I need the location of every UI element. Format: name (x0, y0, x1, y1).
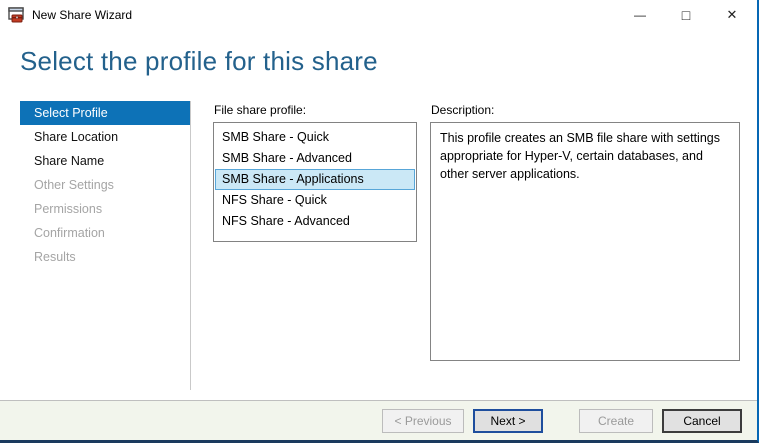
description-section: Description: This profile creates an SMB… (430, 101, 740, 400)
description-label: Description: (431, 103, 740, 117)
profile-option-smb-advanced[interactable]: SMB Share - Advanced (215, 148, 415, 169)
minimize-icon[interactable]: — (617, 0, 663, 30)
wizard-footer: < Previous Next > Create Cancel (0, 400, 757, 440)
sidebar-item-permissions: Permissions (20, 197, 190, 221)
share-wizard-app-icon (8, 7, 25, 24)
sidebar-item-share-location[interactable]: Share Location (20, 125, 190, 149)
create-button: Create (579, 409, 653, 433)
profile-list-label: File share profile: (214, 103, 417, 117)
sidebar-item-results: Results (20, 245, 190, 269)
page-title: Select the profile for this share (20, 46, 757, 88)
sidebar-item-share-name[interactable]: Share Name (20, 149, 190, 173)
description-box: This profile creates an SMB file share w… (430, 122, 740, 361)
profile-option-nfs-advanced[interactable]: NFS Share - Advanced (215, 211, 415, 232)
next-button[interactable]: Next > (473, 409, 543, 433)
profile-option-nfs-quick[interactable]: NFS Share - Quick (215, 190, 415, 211)
profile-option-smb-quick[interactable]: SMB Share - Quick (215, 127, 415, 148)
profile-option-smb-applications[interactable]: SMB Share - Applications (215, 169, 415, 190)
window-controls: — □ ✕ (617, 0, 755, 30)
file-share-profile-listbox[interactable]: SMB Share - Quick SMB Share - Advanced S… (213, 122, 417, 242)
previous-button: < Previous (382, 409, 464, 433)
sidebar-item-select-profile[interactable]: Select Profile (20, 101, 190, 125)
window-title: New Share Wizard (32, 8, 132, 22)
wizard-steps-sidebar: Select Profile Share Location Share Name… (20, 101, 190, 400)
description-text: This profile creates an SMB file share w… (440, 131, 720, 181)
sidebar-item-other-settings: Other Settings (20, 173, 190, 197)
new-share-wizard-window: New Share Wizard — □ ✕ Select the profil… (0, 0, 759, 443)
wizard-content: Select Profile Share Location Share Name… (0, 88, 757, 400)
maximize-icon[interactable]: □ (663, 0, 709, 30)
content-divider (190, 101, 191, 390)
profile-list-section: File share profile: SMB Share - Quick SM… (213, 101, 417, 400)
title-bar: New Share Wizard — □ ✕ (0, 0, 757, 30)
sidebar-item-confirmation: Confirmation (20, 221, 190, 245)
cancel-button[interactable]: Cancel (662, 409, 742, 433)
close-icon[interactable]: ✕ (709, 0, 755, 30)
